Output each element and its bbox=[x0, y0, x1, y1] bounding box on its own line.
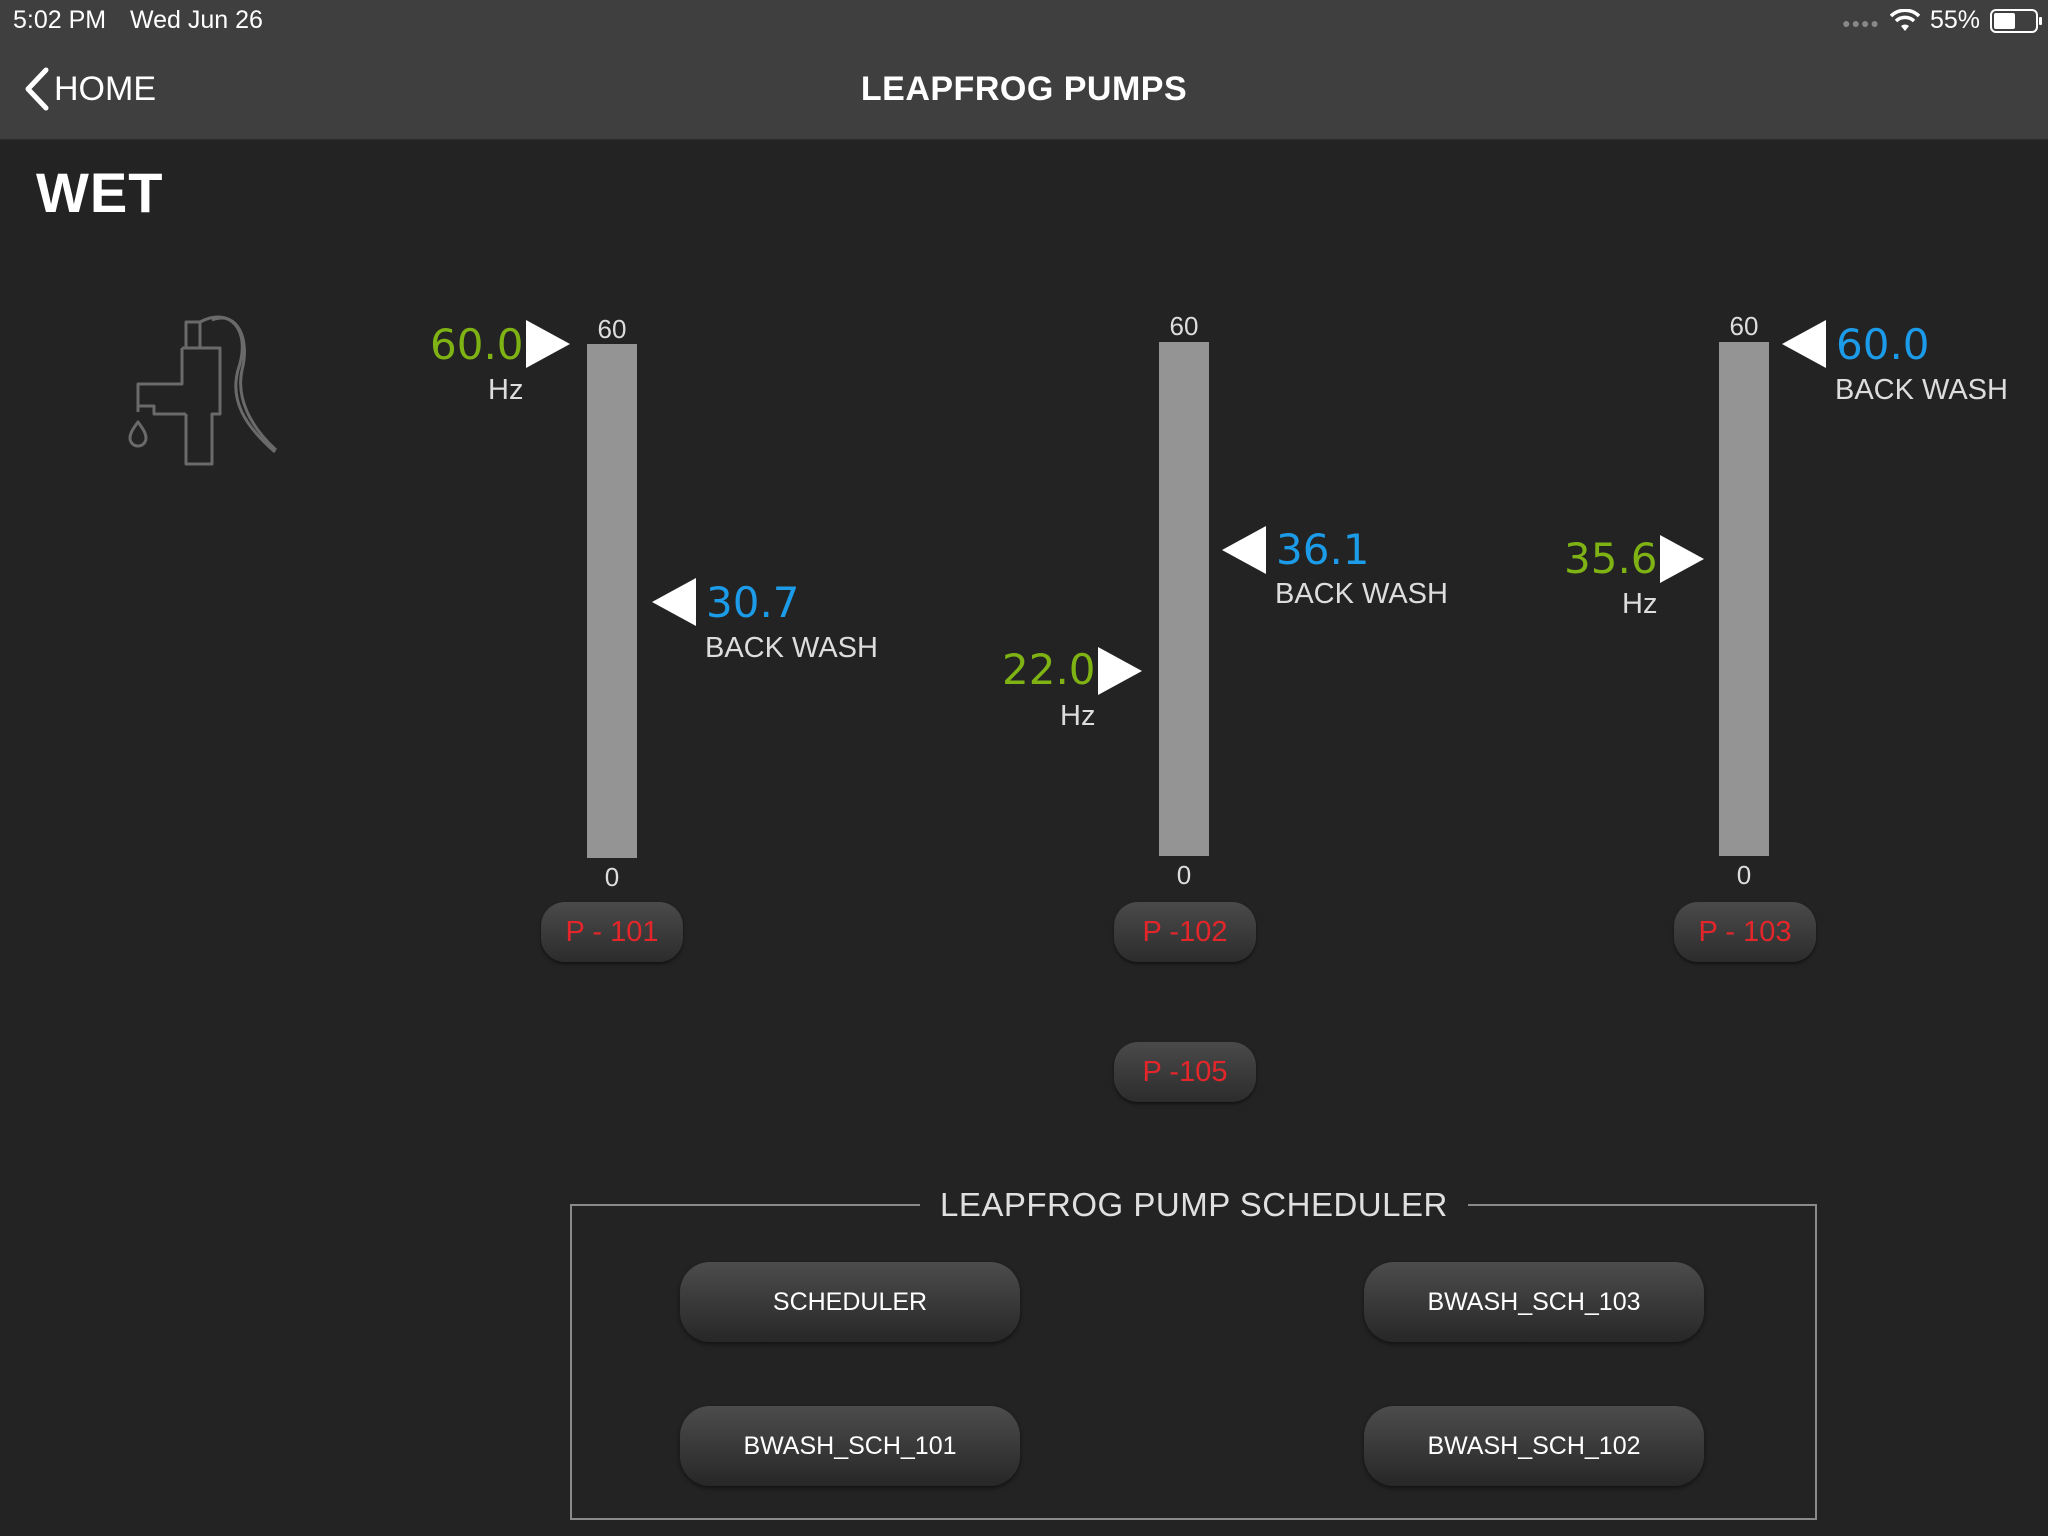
gauge-max-label: 60 bbox=[597, 314, 627, 344]
setpoint-marker-icon bbox=[1222, 526, 1266, 574]
status-bar: 5:02 PM Wed Jun 26 ●●●● 55% bbox=[0, 0, 2048, 40]
gauge-min-label: 0 bbox=[604, 862, 620, 892]
gauge-bar bbox=[1159, 342, 1209, 856]
pump-p102-button[interactable]: P -102 bbox=[1114, 902, 1256, 962]
gauge-bar bbox=[587, 344, 637, 858]
status-time: 5:02 PM bbox=[13, 6, 107, 34]
bwash-sch-103-button[interactable]: BWASH_SCH_103 bbox=[1364, 1262, 1704, 1342]
setpoint-marker-icon bbox=[652, 578, 696, 626]
status-date: Wed Jun 26 bbox=[130, 6, 263, 34]
setpoint-label: BACK WASH bbox=[1835, 374, 2008, 406]
pump-p101-button[interactable]: P - 101 bbox=[541, 902, 683, 962]
setpoint-value: 30.7 bbox=[706, 578, 800, 627]
battery-icon bbox=[1990, 8, 2042, 33]
speed-unit: Hz bbox=[1060, 700, 1096, 732]
page-title: LEAPFROG PUMPS bbox=[860, 70, 1188, 108]
pump-p105-button[interactable]: P -105 bbox=[1114, 1042, 1256, 1102]
setpoint-marker-icon bbox=[1782, 320, 1826, 368]
setpoint-label: BACK WASH bbox=[705, 632, 878, 664]
bwash-sch-101-button[interactable]: BWASH_SCH_101 bbox=[680, 1406, 1020, 1486]
hand-pump-icon bbox=[128, 315, 278, 466]
gauge-min-label: 0 bbox=[1176, 860, 1192, 890]
battery-percent: 55% bbox=[1929, 6, 1980, 34]
wifi-icon bbox=[1889, 8, 1920, 31]
gauge-max-label: 60 bbox=[1169, 311, 1199, 341]
nav-bar: HOME LEAPFROG PUMPS bbox=[0, 40, 2048, 140]
signal-icon: ●●●● bbox=[1842, 14, 1880, 31]
gauge-bar bbox=[1719, 342, 1769, 856]
speed-unit: Hz bbox=[488, 374, 524, 406]
speed-value: 22.0 bbox=[1002, 645, 1096, 694]
pump-p103-button[interactable]: P - 103 bbox=[1674, 902, 1816, 962]
section-title: WET bbox=[36, 161, 164, 224]
setpoint-value: 60.0 bbox=[1836, 320, 1930, 369]
speed-value: 60.0 bbox=[430, 320, 524, 369]
setpoint-value: 36.1 bbox=[1276, 525, 1370, 574]
bwash-sch-102-button[interactable]: BWASH_SCH_102 bbox=[1364, 1406, 1704, 1486]
speed-marker-icon bbox=[1660, 535, 1704, 583]
setpoint-label: BACK WASH bbox=[1275, 578, 1448, 610]
gauge-max-label: 60 bbox=[1729, 311, 1759, 341]
scheduler-button[interactable]: SCHEDULER bbox=[680, 1262, 1020, 1342]
speed-marker-icon bbox=[1098, 647, 1142, 695]
scheduler-title: LEAPFROG PUMP SCHEDULER bbox=[920, 1186, 1468, 1224]
status-indicators: ●●●● 55% bbox=[1842, 6, 2042, 35]
gauge-min-label: 0 bbox=[1736, 860, 1752, 890]
speed-unit: Hz bbox=[1622, 588, 1658, 620]
speed-value: 35.6 bbox=[1564, 534, 1658, 583]
speed-marker-icon bbox=[526, 320, 570, 368]
